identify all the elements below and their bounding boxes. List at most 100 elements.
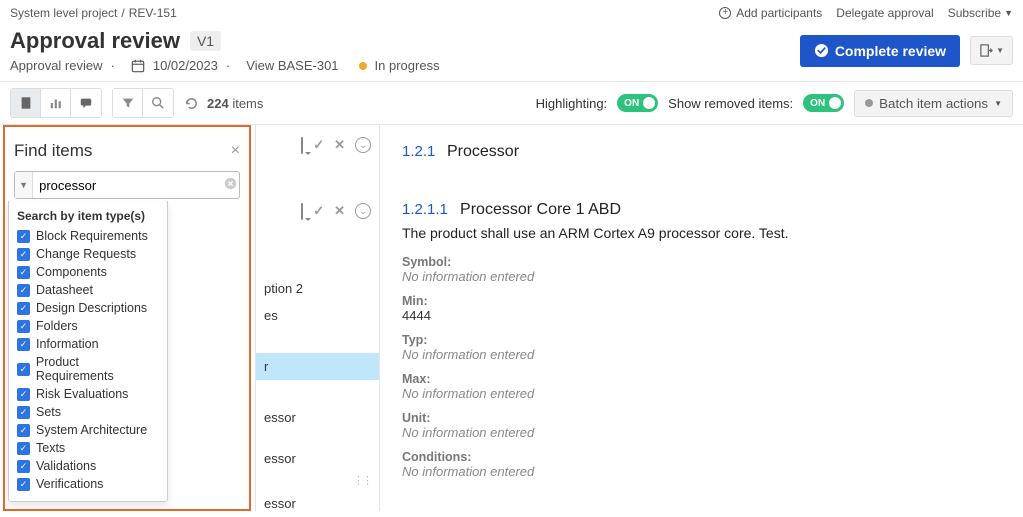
- plus-circle-icon: +: [719, 7, 731, 19]
- field-value: No information entered: [402, 347, 1001, 362]
- type-filter-option[interactable]: ✓Folders: [17, 317, 159, 335]
- delegate-approval-link[interactable]: Delegate approval: [836, 6, 933, 20]
- type-filter-option[interactable]: ✓Verifications: [17, 475, 159, 493]
- row-actions-2: ✓ ✕ ⌄: [256, 199, 379, 225]
- find-items-input[interactable]: [33, 178, 221, 193]
- filter-group: [112, 88, 174, 118]
- list-item-selected[interactable]: r: [256, 353, 379, 380]
- breadcrumb-project[interactable]: System level project: [10, 6, 117, 20]
- list-item[interactable]: es: [256, 302, 379, 329]
- field-value: No information entered: [402, 464, 1001, 479]
- removed-toggle[interactable]: ON: [803, 94, 844, 112]
- type-filter-option[interactable]: ✓Datasheet: [17, 281, 159, 299]
- type-filter-option[interactable]: ✓Sets: [17, 403, 159, 421]
- list-item[interactable]: ption 2: [256, 275, 379, 302]
- checkbox-checked-icon: ✓: [17, 302, 30, 315]
- barchart-icon: [49, 96, 63, 110]
- highlighting-label: Highlighting:: [536, 96, 608, 111]
- highlighting-toggle[interactable]: ON: [617, 94, 658, 112]
- type-filter-option[interactable]: ✓Texts: [17, 439, 159, 457]
- version-badge: V1: [190, 31, 221, 51]
- refresh-icon[interactable]: [184, 96, 199, 111]
- search-icon: [151, 96, 165, 110]
- expand-button[interactable]: ⌄: [355, 203, 371, 219]
- checkbox-checked-icon: ✓: [17, 478, 30, 491]
- type-filter-option[interactable]: ✓Validations: [17, 457, 159, 475]
- field-label: Symbol:: [402, 255, 1001, 269]
- section-title: Processor: [447, 143, 519, 160]
- view-baseline[interactable]: View BASE-301: [246, 58, 338, 73]
- type-filter-option[interactable]: ✓Risk Evaluations: [17, 385, 159, 403]
- export-menu-button[interactable]: ▼: [970, 36, 1013, 65]
- breadcrumb: System level project / REV-151: [10, 6, 177, 20]
- comment-icon: [301, 203, 303, 220]
- checkbox-checked-icon: ✓: [17, 266, 30, 279]
- type-filter-option[interactable]: ✓Design Descriptions: [17, 299, 159, 317]
- approve-button[interactable]: ✓: [313, 203, 324, 219]
- complete-review-button[interactable]: Complete review: [800, 35, 960, 67]
- section-number[interactable]: 1.2.1: [402, 143, 435, 160]
- stats-view-button[interactable]: [41, 89, 71, 117]
- field-value: No information entered: [402, 386, 1001, 401]
- close-icon[interactable]: ×: [231, 142, 240, 160]
- checkbox-checked-icon: ✓: [17, 406, 30, 419]
- subscribe-link[interactable]: Subscribe ▼: [948, 6, 1013, 20]
- expand-button[interactable]: ⌄: [355, 137, 371, 153]
- type-filter-option[interactable]: ✓Components: [17, 263, 159, 281]
- field-label: Min:: [402, 294, 1001, 308]
- status-dot-icon: [359, 62, 367, 70]
- type-filter-option[interactable]: ✓Information: [17, 335, 159, 353]
- find-items-title: Find items: [14, 141, 92, 161]
- filter-icon: [121, 96, 135, 110]
- comments-view-button[interactable]: [71, 89, 101, 117]
- breadcrumb-item[interactable]: REV-151: [129, 6, 177, 20]
- list-item[interactable]: essor: [256, 404, 379, 431]
- field-value: 4444: [402, 308, 1001, 323]
- view-mode-group: [10, 88, 102, 118]
- list-item[interactable]: essor: [256, 445, 379, 472]
- batch-actions-button[interactable]: Batch item actions ▼: [854, 90, 1013, 117]
- checkbox-checked-icon: ✓: [17, 388, 30, 401]
- type-filter-option[interactable]: ✓Change Requests: [17, 245, 159, 263]
- add-participants-link[interactable]: + Add participants: [719, 6, 822, 20]
- status-dot-icon: [865, 99, 873, 107]
- comment-icon: [301, 137, 303, 154]
- type-filter-option[interactable]: ✓System Architecture: [17, 421, 159, 439]
- search-type-dropdown-button[interactable]: ▼: [15, 172, 33, 198]
- checkbox-checked-icon: ✓: [17, 338, 30, 351]
- removed-label: Show removed items:: [668, 96, 793, 111]
- requirement-body: The product shall use an ARM Cortex A9 p…: [402, 225, 1001, 241]
- chevron-down-icon: ⌄: [359, 140, 367, 151]
- drag-handle-icon[interactable]: ⋮⋮: [256, 472, 379, 490]
- comment-button[interactable]: [301, 204, 303, 219]
- review-date: 10/02/2023: [153, 58, 218, 73]
- caret-down-icon: ▼: [996, 46, 1004, 55]
- type-filter-option[interactable]: ✓Product Requirements: [17, 353, 159, 385]
- type-filter-option[interactable]: ✓Block Requirements: [17, 227, 159, 245]
- subsection-title: Processor Core 1 ABD: [460, 201, 621, 218]
- field-label: Max:: [402, 372, 1001, 386]
- caret-down-icon: ▼: [994, 99, 1002, 108]
- checkbox-checked-icon: ✓: [17, 230, 30, 243]
- reject-button[interactable]: ✕: [334, 137, 345, 153]
- field-label: Typ:: [402, 333, 1001, 347]
- comment-icon: [79, 96, 93, 110]
- comment-button[interactable]: [301, 138, 303, 153]
- search-button[interactable]: [143, 89, 173, 117]
- clear-input-icon[interactable]: [221, 177, 239, 193]
- document-view-button[interactable]: [11, 89, 41, 117]
- checkbox-checked-icon: ✓: [17, 442, 30, 455]
- subsection-number[interactable]: 1.2.1.1: [402, 201, 448, 218]
- subtitle-name: Approval review: [10, 58, 103, 73]
- list-item[interactable]: essor: [256, 490, 379, 517]
- find-items-panel: Find items × ▼: [8, 129, 246, 199]
- checkbox-checked-icon: ✓: [17, 284, 30, 297]
- chevron-down-icon: ⌄: [359, 206, 367, 217]
- reject-button[interactable]: ✕: [334, 203, 345, 219]
- approve-button[interactable]: ✓: [313, 137, 324, 153]
- detail-panel: 1.2.1 Processor 1.2.1.1 Processor Core 1…: [380, 125, 1023, 511]
- filter-button[interactable]: [113, 89, 143, 117]
- dropdown-heading: Search by item type(s): [17, 207, 159, 227]
- check-circle-icon: [814, 43, 829, 58]
- checkbox-checked-icon: ✓: [17, 363, 30, 376]
